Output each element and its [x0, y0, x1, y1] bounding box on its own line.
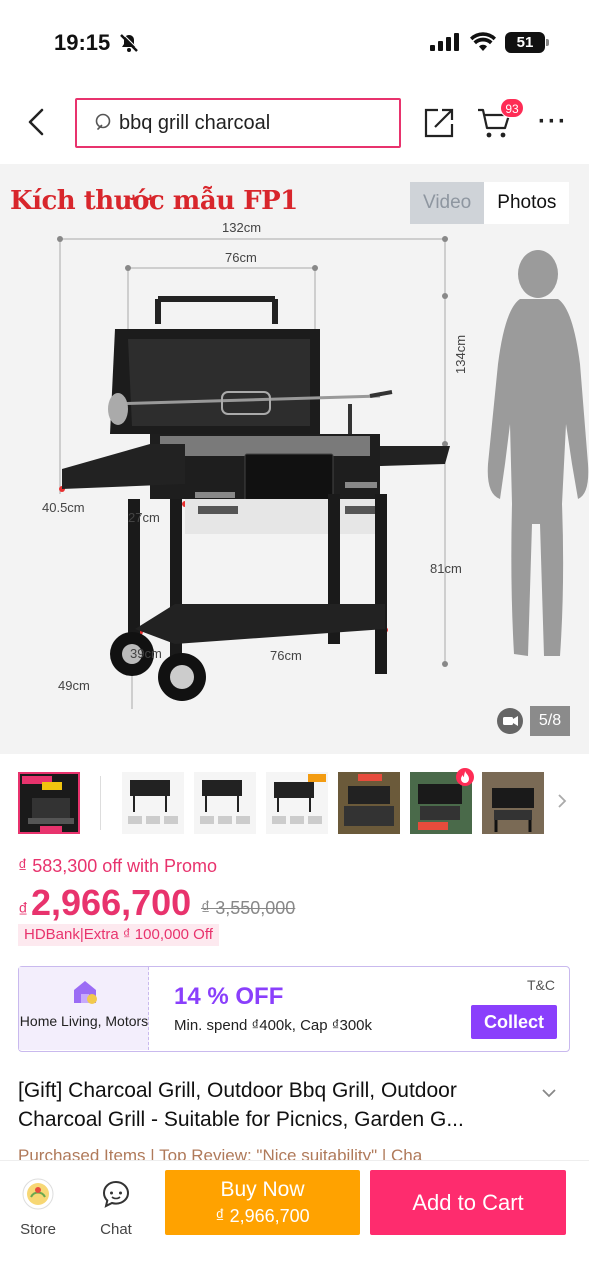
- chat-button[interactable]: Chat: [86, 1171, 146, 1238]
- dim-label-bottom-depth: 39cm: [130, 646, 162, 661]
- dim-label-overall-width: 132cm: [222, 220, 262, 235]
- currency-symbol: ₫: [18, 900, 29, 922]
- bottom-action-bar: Store Chat Buy Now ₫ 2,966,700 Add to Ca…: [0, 1160, 589, 1280]
- original-price: ₫ 3,550,000: [201, 898, 296, 918]
- voucher-condition: Min. spend ₫400k, Cap ₫300k: [174, 1017, 373, 1034]
- media-tabs: Video Photos: [410, 182, 570, 224]
- thumbnail-5[interactable]: [338, 772, 400, 834]
- tab-photos[interactable]: Photos: [484, 182, 570, 224]
- thumbnail-4[interactable]: [266, 772, 328, 834]
- search-input[interactable]: [119, 109, 389, 137]
- thumbnail-3[interactable]: [194, 772, 256, 834]
- share-icon: [424, 108, 454, 138]
- dim-label-body-width: 76cm: [225, 250, 257, 265]
- wifi-icon: [470, 32, 496, 57]
- chat-label: Chat: [100, 1221, 132, 1238]
- hot-flame-icon: [456, 768, 474, 786]
- search-icon: [95, 113, 115, 138]
- current-price: 2,966,700: [31, 882, 192, 923]
- dim-label-side-shelf: 40.5cm: [42, 500, 85, 515]
- search-box[interactable]: [75, 98, 401, 148]
- image-caption: Kích thước mẫu FP1: [10, 186, 298, 216]
- buy-now-label: Buy Now: [220, 1178, 305, 1201]
- store-logo-icon: [22, 1178, 54, 1210]
- product-title-line-1: [Gift] Charcoal Grill, Outdoor Bbq Grill…: [18, 1079, 457, 1102]
- voucher-category: Home Living, Motors: [19, 1013, 149, 1029]
- voucher-card: Home Living, Motors 14 % OFF Min. spend …: [18, 966, 570, 1052]
- thumbnail-1[interactable]: [18, 772, 80, 834]
- collect-button[interactable]: Collect: [471, 1005, 557, 1039]
- voucher-category-panel: Home Living, Motors: [19, 967, 149, 1050]
- dim-label-bottom-width: 76cm: [270, 648, 302, 663]
- status-time: 19:15: [54, 30, 111, 55]
- top-header: 93 ···: [0, 96, 589, 152]
- store-button[interactable]: Store: [8, 1171, 68, 1238]
- product-title[interactable]: [Gift] Charcoal Grill, Outdoor Bbq Grill…: [18, 1076, 538, 1134]
- share-button[interactable]: [422, 106, 456, 145]
- dim-label-wheel-depth: 49cm: [58, 678, 90, 693]
- dim-label-total-height: 134cm: [453, 334, 468, 374]
- buy-now-button[interactable]: Buy Now ₫ 2,966,700: [165, 1170, 360, 1235]
- grill-product-image: [57, 236, 589, 709]
- back-button[interactable]: [22, 106, 54, 138]
- voucher-discount: 14 % OFF: [174, 983, 284, 1010]
- chevron-left-icon: [28, 108, 44, 136]
- terms-link[interactable]: T&C: [527, 977, 555, 993]
- chevron-down-icon[interactable]: [540, 1086, 558, 1104]
- store-label: Store: [20, 1221, 56, 1238]
- status-bar: 19:15 51: [0, 0, 589, 80]
- dim-label-side-depth: 27cm: [128, 510, 160, 525]
- product-image-gallery[interactable]: Kích thước mẫu FP1 Video Photos 132cm 76…: [0, 164, 589, 754]
- thumbnail-2[interactable]: [122, 772, 184, 834]
- bell-muted-icon: [119, 33, 139, 58]
- tab-video[interactable]: Video: [410, 182, 485, 224]
- image-page-indicator: 5/8: [530, 706, 570, 736]
- thumbnail-strip: [0, 766, 589, 840]
- chat-icon: [102, 1180, 130, 1208]
- buy-now-price: ₫ 2,966,700: [215, 1206, 310, 1226]
- video-camera-icon[interactable]: [497, 708, 523, 734]
- thumbnail-divider: [100, 776, 101, 830]
- bank-offer-badge[interactable]: HDBank|Extra ₫ 100,000 Off: [18, 924, 219, 946]
- dim-label-grill-height: 81cm: [430, 561, 462, 576]
- battery-indicator: 51: [505, 32, 549, 53]
- cart-count-badge: 93: [500, 98, 524, 118]
- more-options-icon[interactable]: ···: [538, 108, 568, 136]
- thumbnail-7[interactable]: [482, 772, 544, 834]
- add-to-cart-button[interactable]: Add to Cart: [370, 1170, 566, 1235]
- product-title-line-2: Charcoal Grill - Suitable for Picnics, G…: [18, 1108, 464, 1131]
- promo-savings: ₫ 583,300 off with Promo: [18, 856, 218, 876]
- chevron-right-icon[interactable]: [556, 792, 568, 815]
- home-icon: [72, 979, 98, 1010]
- signal-icon: [430, 33, 460, 56]
